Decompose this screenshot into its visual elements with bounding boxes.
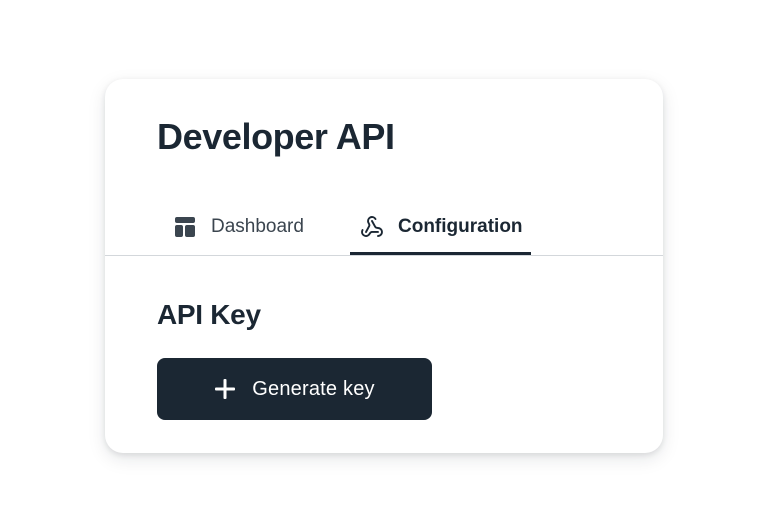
generate-key-label: Generate key [252, 377, 375, 400]
tab-dashboard-label: Dashboard [211, 216, 304, 237]
api-key-section-title: API Key [157, 299, 261, 330]
webhook-icon [360, 215, 384, 239]
page-title: Developer API [157, 116, 395, 157]
tab-configuration-label: Configuration [398, 216, 523, 237]
tab-dashboard[interactable]: Dashboard [161, 199, 321, 255]
developer-api-card: Developer API Dashboard Configuration AP… [105, 79, 663, 453]
dashboard-layout-icon [173, 215, 197, 239]
tab-bar: Dashboard Configuration [105, 199, 663, 256]
generate-key-button[interactable]: Generate key [157, 358, 432, 420]
tab-configuration[interactable]: Configuration [350, 199, 531, 255]
plus-icon [214, 378, 236, 400]
